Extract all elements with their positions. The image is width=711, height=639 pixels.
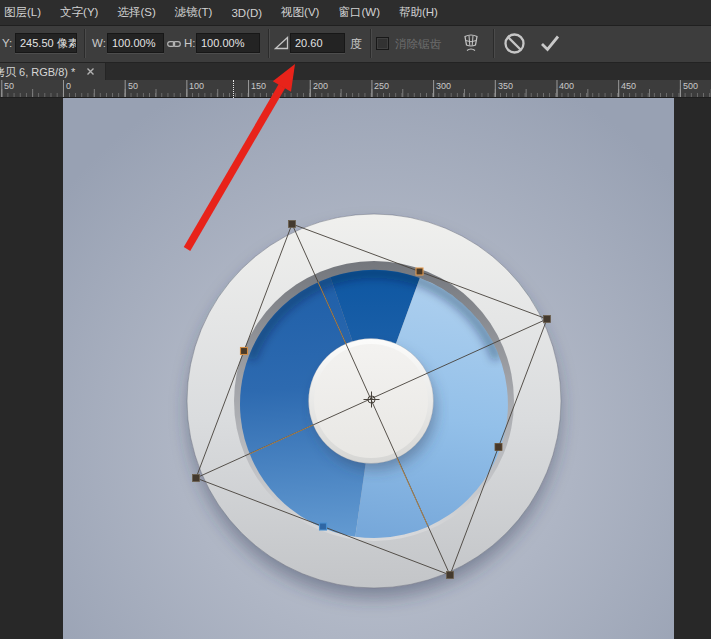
height-label: H: [184,37,196,49]
ruler-cursor-marker [233,80,234,98]
menu-item-window[interactable]: 窗口(W) [338,5,380,20]
menu-item-help[interactable]: 帮助(H) [399,5,438,20]
y-position-label: Y: [2,37,12,49]
ruler-label: 450 [621,81,636,91]
rotation-angle-icon [274,36,289,50]
menu-bar: 图层(L) 文字(Y) 选择(S) 滤镜(T) 3D(D) 视图(V) 窗口(W… [0,0,711,26]
ruler-label: 150 [251,81,266,91]
transform-handle-left[interactable] [193,475,200,482]
document-tab[interactable]: 拷贝 6, RGB/8) * [0,63,106,80]
degree-unit-label: 度 [350,36,362,53]
document-tab-title: 拷贝 6, RGB/8) * [0,65,75,80]
menu-item-filter[interactable]: 滤镜(T) [175,5,213,20]
ruler-label: 100 [189,81,204,91]
ruler-label: 250 [374,81,389,91]
transform-handle-top[interactable] [289,221,296,228]
menu-item-3d[interactable]: 3D(D) [231,7,262,19]
ruler-label: 50 [128,81,138,91]
ruler-label: 400 [559,81,574,91]
divider [268,29,269,58]
menu-item-layer[interactable]: 图层(L) [4,5,41,20]
cancel-transform-icon[interactable] [503,32,526,55]
ruler-label: 50 [4,81,14,91]
antialias-label: 消除锯齿 [395,37,441,52]
warp-mode-icon[interactable] [461,34,481,53]
ruler-label: 200 [313,81,328,91]
transform-handle-bottom-left-mid[interactable] [320,523,327,530]
menu-item-select[interactable]: 选择(S) [117,5,155,20]
ruler-label: 500 [683,81,698,91]
close-tab-icon[interactable] [86,67,95,76]
antialias-checkbox[interactable] [376,37,389,50]
tab-bar: 拷贝 6, RGB/8) * [0,63,711,80]
document-canvas[interactable] [63,98,674,639]
horizontal-ruler[interactable]: 50 0 50 100 150 200 250 300 350 400 450 … [0,80,711,98]
ruler-label: 0 [66,81,71,91]
commit-transform-icon[interactable] [539,34,561,53]
transform-handle-bottom[interactable] [447,572,454,579]
divider [84,29,85,58]
y-position-field[interactable]: 245.50 像素 [15,33,77,53]
width-field[interactable]: 100.00% [107,33,164,53]
transform-handle-right[interactable] [544,316,551,323]
ruler-label: 300 [436,81,451,91]
divider [370,29,371,58]
width-label: W: [92,37,106,49]
menu-item-view[interactable]: 视图(V) [281,5,319,20]
ruler-label: 350 [498,81,513,91]
menu-item-type[interactable]: 文字(Y) [60,5,98,20]
transform-options-bar: Y: 245.50 像素 W: 100.00% H: 100.00% 20.60… [0,26,711,63]
transform-handle-top-right-mid[interactable] [416,268,423,275]
height-field[interactable]: 100.00% [196,33,260,53]
divider [493,29,494,58]
transform-handle-bottom-right-mid[interactable] [495,444,502,451]
rotation-angle-field[interactable]: 20.60 [290,33,345,53]
link-dimensions-icon[interactable] [167,39,181,49]
transform-handle-top-left-mid[interactable] [241,348,248,355]
workspace [0,98,711,639]
